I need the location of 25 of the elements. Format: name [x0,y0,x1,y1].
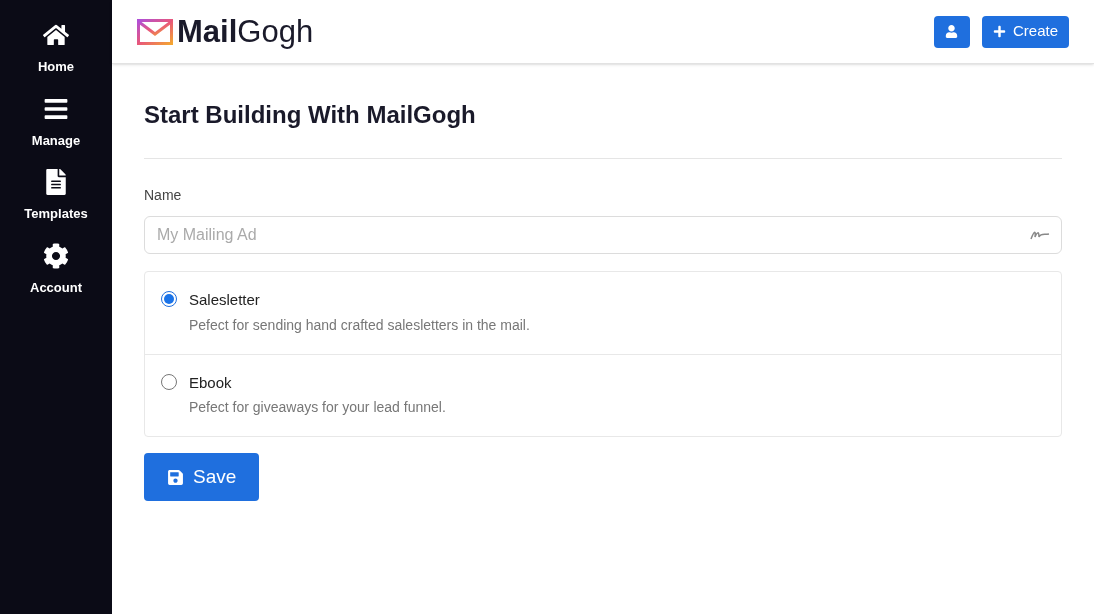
sidebar-item[interactable]: Home [37,22,75,77]
document-icon [43,169,69,195]
profile-button[interactable] [933,15,970,48]
name-field[interactable]: My Mailing Ad [144,216,1062,254]
option-title: Salesletter [189,290,261,310]
plus-icon [992,25,1006,38]
envelope-icon [137,18,173,45]
logo-text: MailGogh [177,16,314,47]
save-button[interactable]: Save [144,453,260,501]
option-title: Ebook [189,372,233,393]
field-label: Name [144,186,183,205]
sidebar-item[interactable]: Manage [31,95,81,150]
home-icon [43,22,69,48]
option-description: Pefect for giveaways for your lead funnel. [189,398,446,417]
sidebar-item[interactable]: Templates [24,169,88,224]
option-description: Pefect for sending hand crafted salesletters in the mail. [189,315,530,335]
page-title: Start Building With MailGogh [144,97,1062,159]
create-button[interactable]: Create [981,15,1069,48]
floppy-icon [167,468,184,486]
signature-icon [1030,229,1050,241]
settings-icon [43,242,69,269]
option-row[interactable]: Ebook Pefect for giveaways for your lead funnel. [145,353,1061,436]
option-row[interactable]: Salesletter Pefect for sending hand crafted salesletters in the mail. [145,272,1061,354]
user-icon [945,25,959,38]
sidebar-item[interactable]: Account [30,242,82,297]
